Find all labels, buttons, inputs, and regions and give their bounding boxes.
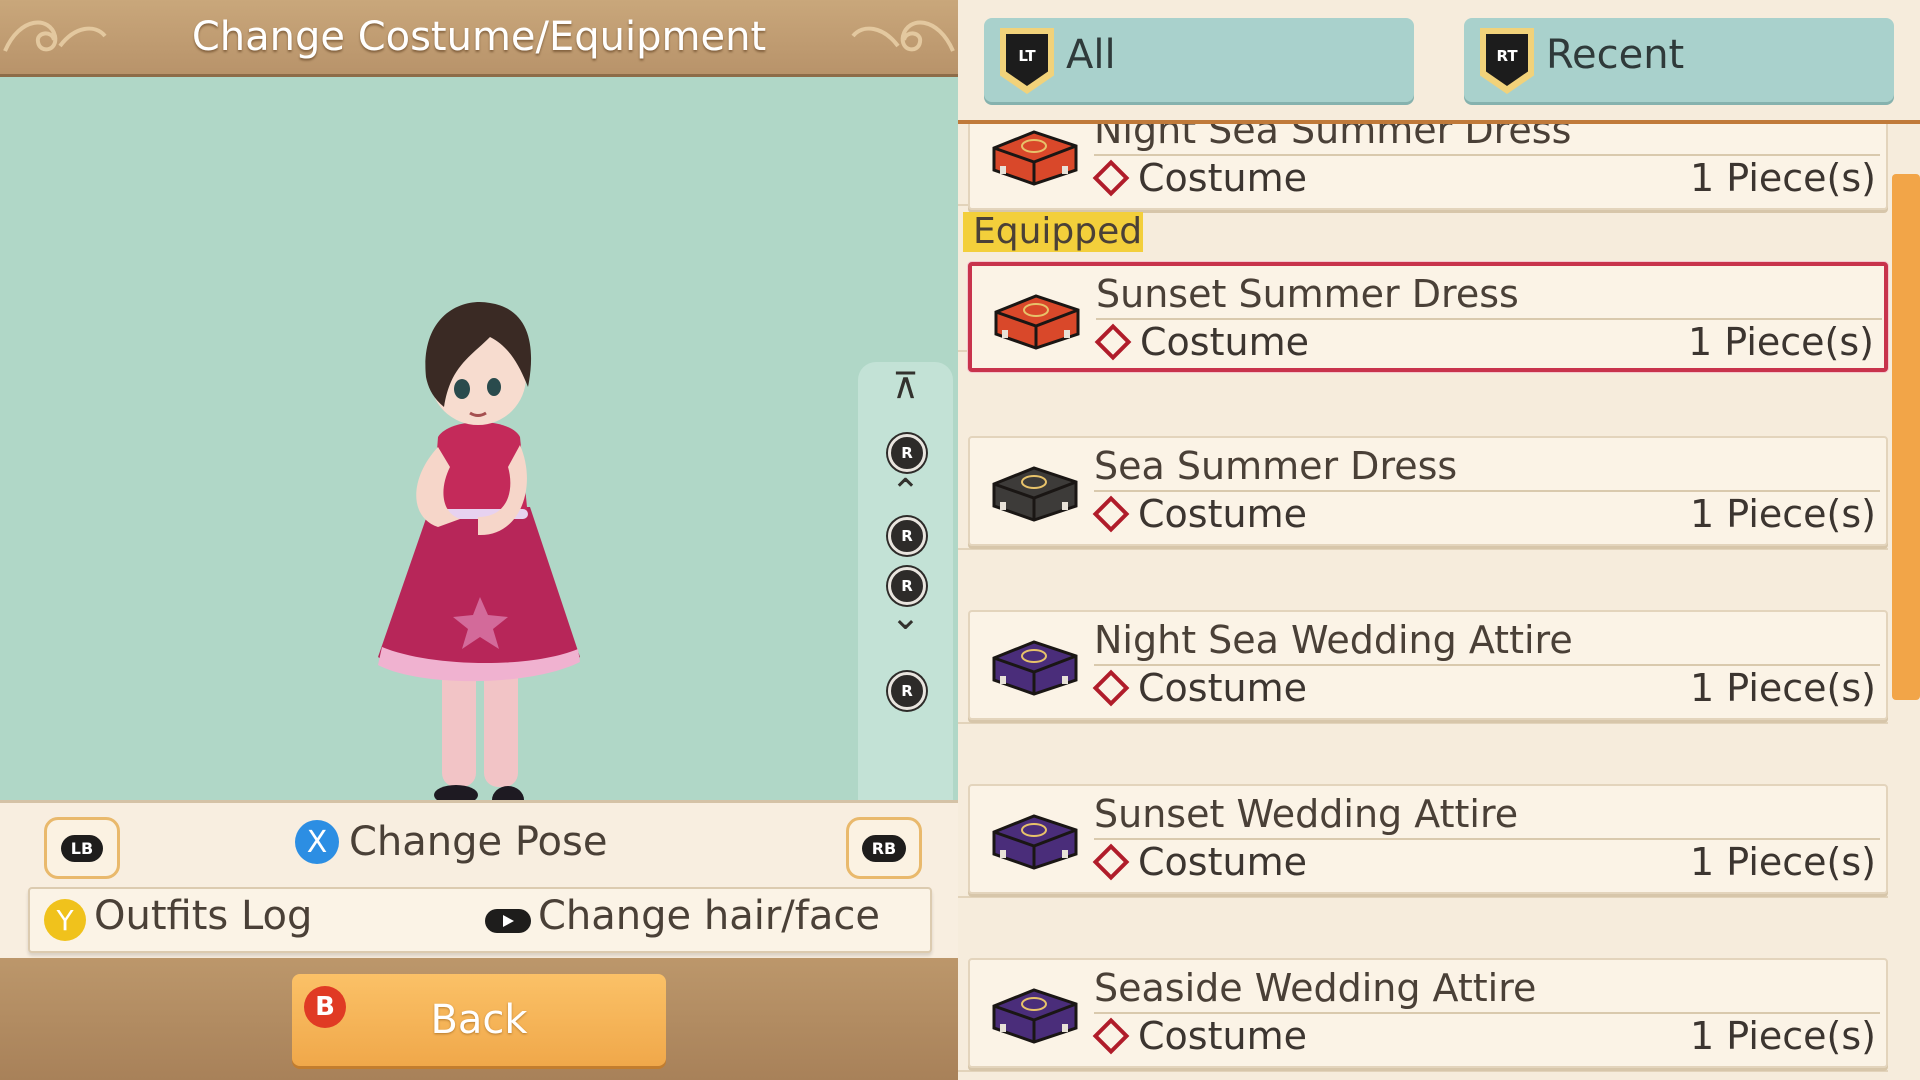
- diamond-icon: [1092, 495, 1130, 533]
- costume-case-icon: [992, 988, 1078, 1044]
- item-list[interactable]: Night Sea Summer Dress Costume 1 Piece(s) S…: [958, 124, 1920, 1080]
- rotate-up-stick-icon[interactable]: R: [888, 434, 926, 472]
- costume-case-icon: [992, 466, 1078, 522]
- tab-label: Recent: [1546, 32, 1685, 78]
- character-preview[interactable]: ⊼ R ⌃ R R ⌄ R ⊻: [0, 77, 958, 872]
- tab-recent[interactable]: RT Recent: [1464, 18, 1894, 102]
- diamond-icon: [1092, 843, 1130, 881]
- diamond-icon: [1092, 1017, 1130, 1055]
- camera-controls: ⊼ R ⌃ R R ⌄ R ⊻: [858, 362, 953, 872]
- list-item[interactable]: Sunset Summer Dress Costume 1 Piece(s): [968, 262, 1888, 372]
- b-button-icon: B: [304, 986, 346, 1028]
- diamond-icon: [1094, 323, 1132, 361]
- change-pose-button[interactable]: X Change Pose: [295, 819, 607, 865]
- item-category: Costume: [1092, 1014, 1307, 1058]
- tab-all[interactable]: LT All: [984, 18, 1414, 102]
- diamond-icon: [1092, 669, 1130, 707]
- lt-trigger-icon: LT: [1000, 28, 1054, 94]
- page-title: Change Costume/Equipment: [191, 14, 767, 60]
- rotate-down-stick-icon[interactable]: R: [888, 672, 926, 710]
- lb-button[interactable]: LB: [44, 817, 120, 879]
- tab-label: All: [1066, 32, 1116, 78]
- item-category: Costume: [1092, 840, 1307, 884]
- preview-panel: Change Costume/Equipment ⊼ R ⌃ R R ⌄ R L…: [0, 0, 958, 1080]
- item-category: Costume: [1094, 320, 1309, 364]
- back-label: Back: [430, 997, 528, 1043]
- control-bar: LB X Change Pose RB Y Outfits Log Change…: [0, 800, 958, 961]
- item-category: Costume: [1092, 156, 1307, 200]
- item-name: Sunset Summer Dress: [1096, 272, 1519, 316]
- item-quantity: 1 Piece(s): [1688, 320, 1874, 364]
- change-pose-label: Change Pose: [349, 819, 608, 865]
- item-name: Night Sea Summer Dress: [1094, 124, 1572, 152]
- title-bar: Change Costume/Equipment: [0, 0, 958, 77]
- scroll-top-icon[interactable]: ⊼: [858, 366, 953, 407]
- rb-button[interactable]: RB: [846, 817, 922, 879]
- item-name: Sea Summer Dress: [1094, 444, 1458, 488]
- equipped-tag: Equipped: [963, 212, 1143, 252]
- inventory-panel: LT All RT Recent Night Sea Summer Dress C…: [958, 0, 1920, 1080]
- list-item[interactable]: Night Sea Wedding Attire Costume 1 Piece(s…: [968, 610, 1888, 720]
- item-quantity: 1 Piece(s): [1690, 492, 1876, 536]
- item-quantity: 1 Piece(s): [1690, 1014, 1876, 1058]
- scrollbar[interactable]: [1892, 174, 1920, 700]
- scroll-ornament-icon: [3, 20, 107, 52]
- item-category: Costume: [1092, 492, 1307, 536]
- outfits-log-label[interactable]: Outfits Log: [94, 893, 312, 939]
- secondary-actions: Y Outfits Log Change hair/face: [28, 887, 932, 953]
- list-separator: [958, 548, 1888, 550]
- double-chevron-up-icon[interactable]: ⌃: [858, 472, 953, 513]
- list-item[interactable]: Night Sea Summer Dress Costume 1 Piece(s): [968, 124, 1888, 210]
- costume-case-icon: [992, 814, 1078, 870]
- filter-tabs: LT All RT Recent: [958, 0, 1920, 122]
- costume-case-icon: [992, 130, 1078, 186]
- list-item[interactable]: Seaside Wedding Attire Costume 1 Piece(s): [968, 958, 1888, 1068]
- y-button-icon[interactable]: Y: [44, 899, 86, 941]
- item-quantity: 1 Piece(s): [1690, 840, 1876, 884]
- item-name: Night Sea Wedding Attire: [1094, 618, 1573, 662]
- list-separator: [958, 1070, 1888, 1072]
- double-chevron-down-icon[interactable]: ⌄: [858, 597, 953, 638]
- item-name: Sunset Wedding Attire: [1094, 792, 1519, 836]
- list-item[interactable]: Sunset Wedding Attire Costume 1 Piece(s): [968, 784, 1888, 894]
- list-separator: [958, 722, 1888, 724]
- rotate-left-stick-icon[interactable]: R: [888, 517, 926, 555]
- bottom-bar: B Back: [0, 958, 958, 1080]
- rt-trigger-icon: RT: [1480, 28, 1534, 94]
- character-model[interactable]: [360, 217, 600, 857]
- costume-case-icon: [994, 294, 1080, 350]
- item-name: Seaside Wedding Attire: [1094, 966, 1537, 1010]
- list-separator: [958, 896, 1888, 898]
- scroll-ornament-icon: [851, 20, 955, 52]
- x-button-icon: X: [295, 820, 339, 864]
- right-stick-icon[interactable]: [485, 909, 531, 933]
- item-quantity: 1 Piece(s): [1690, 156, 1876, 200]
- costume-case-icon: [992, 640, 1078, 696]
- back-button[interactable]: B Back: [292, 974, 666, 1066]
- list-item[interactable]: Sea Summer Dress Costume 1 Piece(s): [968, 436, 1888, 546]
- change-hair-face-label[interactable]: Change hair/face: [538, 893, 880, 939]
- lb-icon: LB: [60, 834, 104, 862]
- rb-icon: RB: [861, 834, 907, 862]
- item-quantity: 1 Piece(s): [1690, 666, 1876, 710]
- item-category: Costume: [1092, 666, 1307, 710]
- diamond-icon: [1092, 159, 1130, 197]
